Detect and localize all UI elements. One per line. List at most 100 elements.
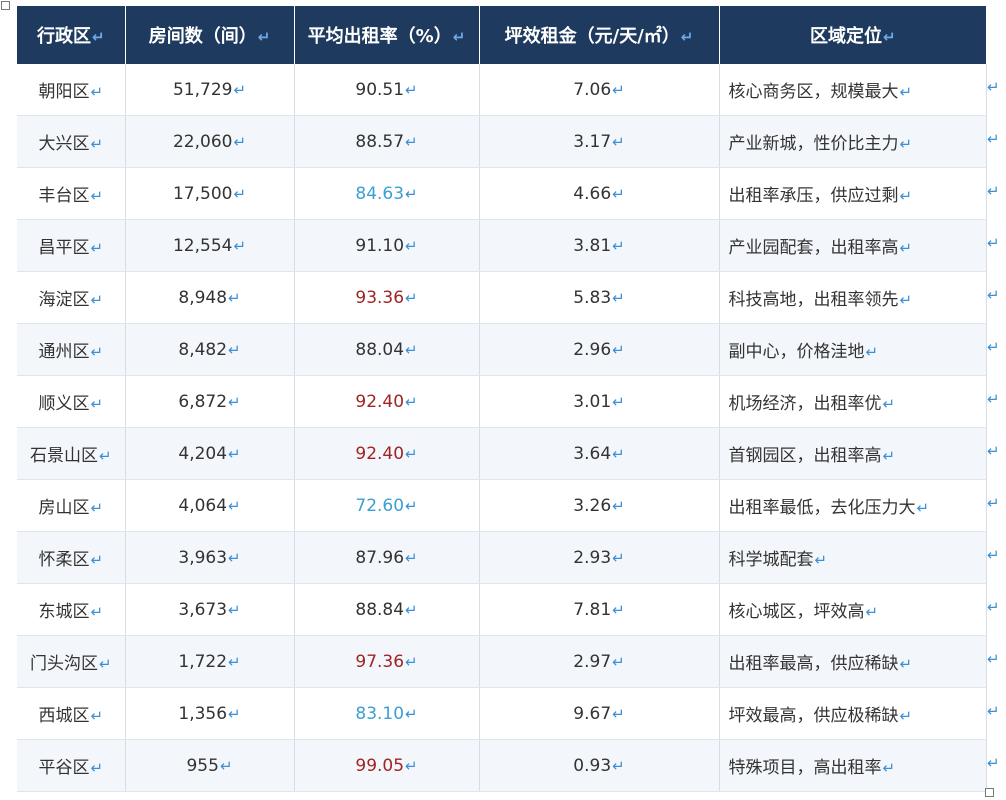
row-end-paragraph-mark-icon: ↵: [987, 338, 1000, 356]
cell-occupancy-text: 88.57: [355, 131, 405, 152]
cell-positioning-text: 产业新城，性价比主力: [728, 134, 899, 154]
header-occupancy: 平均出租率（%）↵: [294, 6, 480, 64]
cell-occupancy-text: 87.96: [355, 547, 405, 568]
cell-district: 大兴区↵: [17, 115, 126, 168]
paragraph-mark-icon: ↵: [405, 236, 418, 255]
cell-district-text: 东城区: [38, 602, 90, 622]
cell-rent-text: 5.83: [573, 287, 612, 308]
row-end-paragraph-mark-icon: ↵: [987, 546, 1000, 564]
cell-occupancy: 99.05↵: [294, 739, 480, 792]
cell-occupancy: 88.57↵: [294, 115, 480, 168]
paragraph-mark-icon: ↵: [680, 28, 694, 46]
paragraph-mark-icon: ↵: [233, 132, 247, 151]
paragraph-mark-icon: ↵: [405, 652, 418, 671]
cell-positioning-text: 首钢园区，出租率高: [728, 446, 882, 466]
cell-rooms-text: 1,722: [178, 651, 228, 672]
cell-rooms-text: 3,963: [178, 547, 228, 568]
table-row: 房山区↵ 4,064↵ 72.60↵ 3.26↵ 出租率最低，去化压力大↵: [17, 479, 987, 532]
cell-district: 顺义区↵: [17, 375, 126, 428]
cell-rooms-text: 6,872: [178, 391, 228, 412]
paragraph-mark-icon: ↵: [90, 239, 104, 257]
table-row: 平谷区↵ 955↵ 99.05↵ 0.93↵ 特殊项目，高出租率↵: [17, 739, 987, 792]
cell-rent: 2.97↵: [479, 635, 720, 688]
paragraph-mark-icon: ↵: [612, 392, 625, 411]
cell-occupancy-text: 90.51: [355, 79, 405, 100]
cell-district-text: 丰台区: [38, 186, 90, 206]
header-district: 行政区↵: [17, 6, 126, 64]
cell-rent-text: 0.93: [573, 755, 612, 776]
row-end-paragraph-mark-icon: ↵: [987, 442, 1000, 460]
paragraph-mark-icon: ↵: [405, 496, 418, 515]
cell-rooms: 6,872↵: [125, 375, 295, 428]
table-resize-handle-bottom-right[interactable]: [985, 788, 994, 797]
cell-positioning: 出租率最低，去化压力大↵: [719, 479, 987, 532]
cell-positioning: 副中心，价格洼地↵: [719, 323, 987, 376]
cell-occupancy: 83.10↵: [294, 687, 480, 740]
paragraph-mark-icon: ↵: [228, 444, 241, 463]
table-row: 东城区↵ 3,673↵ 88.84↵ 7.81↵ 核心城区，坪效高↵: [17, 583, 987, 636]
paragraph-mark-icon: ↵: [228, 548, 241, 567]
row-end-paragraph-mark-icon: ↵: [987, 494, 1000, 512]
cell-district: 通州区↵: [17, 323, 126, 376]
cell-district: 房山区↵: [17, 479, 126, 532]
cell-positioning: 产业新城，性价比主力↵: [719, 115, 987, 168]
cell-rooms-text: 3,673: [178, 599, 228, 620]
cell-rent-text: 3.17: [573, 131, 612, 152]
paragraph-mark-icon: ↵: [405, 340, 418, 359]
table-row: 怀柔区↵ 3,963↵ 87.96↵ 2.93↵ 科学城配套↵: [17, 531, 987, 584]
cell-rent: 3.81↵: [479, 219, 720, 272]
table-row: 昌平区↵ 12,554↵ 91.10↵ 3.81↵ 产业园配套，出租率高↵: [17, 219, 987, 272]
paragraph-mark-icon: ↵: [916, 499, 930, 517]
table-header-row: 行政区↵ 房间数（间）↵ 平均出租率（%）↵ 坪效租金（元/天/㎡）↵ 区域定位…: [17, 6, 986, 64]
cell-rent-text: 3.26: [573, 495, 612, 516]
cell-rooms: 8,948↵: [125, 271, 295, 324]
paragraph-mark-icon: ↵: [882, 447, 896, 465]
cell-rent-text: 3.81: [573, 235, 612, 256]
paragraph-mark-icon: ↵: [612, 80, 625, 99]
cell-positioning: 科学城配套↵: [719, 531, 987, 584]
paragraph-mark-icon: ↵: [899, 239, 913, 257]
paragraph-mark-icon: ↵: [228, 392, 241, 411]
cell-rent: 5.83↵: [479, 271, 720, 324]
cell-rent-text: 3.01: [573, 391, 612, 412]
paragraph-mark-icon: ↵: [219, 756, 233, 775]
cell-occupancy-text: 97.36: [355, 651, 405, 672]
header-rent: 坪效租金（元/天/㎡）↵: [479, 6, 720, 64]
cell-rooms-text: 12,554: [172, 235, 233, 256]
cell-rooms: 1,356↵: [125, 687, 295, 740]
cell-occupancy: 88.04↵: [294, 323, 480, 376]
table-resize-handle-top-left[interactable]: [1, 1, 10, 10]
paragraph-mark-icon: ↵: [228, 652, 241, 671]
paragraph-mark-icon: ↵: [98, 447, 112, 465]
paragraph-mark-icon: ↵: [882, 395, 896, 413]
cell-positioning-text: 出租率承压，供应过剩: [728, 186, 899, 206]
paragraph-mark-icon: ↵: [233, 80, 247, 99]
cell-district-text: 平谷区: [38, 758, 90, 778]
paragraph-mark-icon: ↵: [228, 496, 241, 515]
cell-occupancy: 88.84↵: [294, 583, 480, 636]
cell-district-text: 怀柔区: [38, 550, 90, 570]
cell-occupancy: 97.36↵: [294, 635, 480, 688]
cell-occupancy-text: 88.04: [355, 339, 405, 360]
table-row: 通州区↵ 8,482↵ 88.04↵ 2.96↵ 副中心，价格洼地↵: [17, 323, 987, 376]
cell-occupancy-text: 92.40: [355, 443, 405, 464]
cell-district-text: 顺义区: [38, 394, 90, 414]
cell-rent: 0.93↵: [479, 739, 720, 792]
cell-positioning: 首钢园区，出租率高↵: [719, 427, 987, 480]
cell-rent-text: 9.67: [573, 703, 612, 724]
paragraph-mark-icon: ↵: [405, 704, 418, 723]
cell-positioning: 核心商务区，规模最大↵: [719, 64, 987, 116]
header-positioning: 区域定位↵: [719, 6, 986, 64]
cell-district-text: 西城区: [38, 706, 90, 726]
cell-rent-text: 2.96: [573, 339, 612, 360]
cell-rent: 2.96↵: [479, 323, 720, 376]
paragraph-mark-icon: ↵: [612, 288, 625, 307]
cell-rent: 3.01↵: [479, 375, 720, 428]
cell-rooms: 17,500↵: [125, 167, 295, 220]
paragraph-mark-icon: ↵: [90, 291, 104, 309]
paragraph-mark-icon: ↵: [899, 187, 913, 205]
cell-rooms: 1,722↵: [125, 635, 295, 688]
cell-positioning-text: 产业园配套，出租率高: [728, 238, 899, 258]
paragraph-mark-icon: ↵: [233, 184, 247, 203]
cell-rent-text: 3.64: [573, 443, 612, 464]
